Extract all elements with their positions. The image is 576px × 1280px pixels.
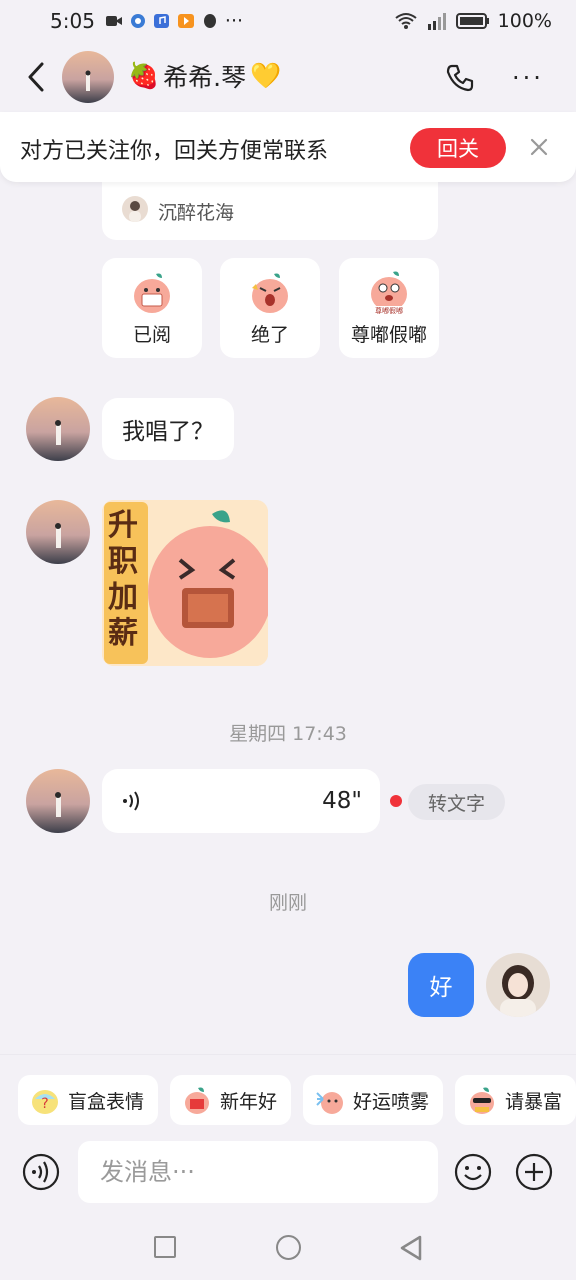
status-right: 100% [394, 10, 552, 32]
message-text: 我唱了？ [122, 419, 214, 445]
lucky-spray-icon [316, 1092, 344, 1114]
peach-amazed-icon [252, 273, 288, 313]
plus-icon[interactable] [515, 1153, 553, 1191]
signal-icon [427, 13, 446, 30]
voice-duration: 48" [322, 788, 362, 814]
quick-chip[interactable]: 新年好 [170, 1075, 292, 1125]
battery-percent: 100% [497, 10, 552, 32]
qq-icon [203, 14, 216, 28]
system-navigation-bar [0, 1214, 576, 1280]
timestamp: 星期四 17:43 [229, 723, 347, 745]
sticker-suggestion-item[interactable]: 已阅 [102, 258, 202, 358]
my-message-bubble[interactable]: 好 [408, 953, 474, 1017]
sticker-suggestion-item[interactable]: 尊嘟假嘟 尊嘟假嘟 [339, 258, 439, 358]
timestamp: 刚刚 [268, 892, 307, 914]
voice-wave-icon [123, 791, 139, 811]
message-bubble[interactable]: 我唱了？ [102, 398, 234, 460]
contact-avatar[interactable] [26, 397, 90, 461]
card-source-name: 沉醉花海 [158, 202, 235, 224]
my-message-text: 好 [429, 975, 453, 1001]
contact-name-text: 希希.琴 [163, 63, 247, 92]
svg-text:尊嘟假嘟: 尊嘟假嘟 [375, 306, 403, 315]
sticker-suggestion-item[interactable]: 绝了 [220, 258, 320, 358]
home-icon[interactable] [276, 1235, 301, 1260]
my-avatar[interactable] [486, 953, 550, 1017]
mystery-box-icon: ? [32, 1090, 58, 1114]
chat-header: 🍓 希希.琴 💛 ··· [0, 42, 576, 112]
new-year-icon [185, 1087, 210, 1114]
svg-text:?: ? [41, 1096, 48, 1112]
video-icon [105, 16, 122, 26]
close-banner-icon[interactable] [526, 134, 552, 160]
quick-chip-label: 请暴富 [505, 1090, 563, 1113]
contact-avatar[interactable] [26, 769, 90, 833]
more-notifications-icon: ··· [224, 10, 244, 32]
shared-card[interactable]: 沉醉花海 [102, 182, 438, 240]
follow-back-banner: 对方已关注你，回关方便常联系 回关 [0, 112, 576, 182]
quick-chip[interactable]: 请暴富 [455, 1075, 576, 1125]
wifi-icon [395, 13, 417, 29]
contact-avatar[interactable] [26, 500, 90, 564]
input-row [0, 1139, 576, 1205]
sticker-message[interactable]: 升职加薪 [102, 500, 268, 666]
phone-call-icon[interactable] [444, 62, 476, 94]
sticker-label: 尊嘟假嘟 [350, 324, 427, 346]
unread-dot [390, 795, 402, 807]
message-input[interactable] [78, 1141, 438, 1203]
contact-name: 🍓 希希.琴 💛 [128, 58, 281, 94]
bottom-input-area: ? 盲盒表情 新年好 好运喷雾 请暴富 [0, 1054, 576, 1214]
recent-apps-icon[interactable] [154, 1236, 176, 1258]
voice-input-icon[interactable] [22, 1153, 60, 1191]
transcribe-button[interactable]: 转文字 [408, 784, 506, 820]
get-rich-icon [470, 1087, 495, 1114]
quick-chip-label: 盲盒表情 [68, 1090, 145, 1113]
sticker-label: 已阅 [132, 324, 171, 346]
browser-icon [130, 14, 145, 28]
video-app-icon [177, 14, 194, 28]
quick-chip-label: 好运喷雾 [353, 1090, 430, 1113]
strawberry-icon: 🍓 [128, 61, 160, 90]
back-arrow-icon[interactable] [22, 60, 52, 94]
more-options-icon[interactable]: ··· [512, 64, 544, 92]
yellow-heart-icon: 💛 [250, 61, 282, 90]
quick-chip-label: 新年好 [220, 1090, 278, 1113]
voice-message-bubble[interactable]: 48" [102, 769, 380, 833]
music-icon [153, 14, 169, 28]
notification-icons: ··· [105, 10, 243, 32]
sticker-label: 绝了 [250, 324, 289, 346]
contact-avatar[interactable] [62, 51, 114, 103]
follow-banner-text: 对方已关注你，回关方便常联系 [20, 139, 329, 164]
source-avatar [122, 196, 148, 222]
sticker-caption: 升职加薪 [108, 508, 138, 651]
emoji-icon[interactable] [454, 1153, 492, 1191]
peach-reading-icon [134, 273, 170, 313]
battery-icon [455, 13, 489, 29]
system-back-icon[interactable] [398, 1234, 424, 1262]
peach-really-icon: 尊嘟假嘟 [371, 271, 407, 315]
chat-area[interactable]: 沉醉花海 已阅 绝了 尊嘟假嘟 尊嘟假嘟 我唱了？ 升职加薪 星期四 17:43… [0, 182, 576, 1054]
status-time: 5:05 [50, 9, 95, 33]
follow-back-button[interactable]: 回关 [410, 128, 506, 168]
status-bar: 5:05 ··· 100% [0, 0, 576, 42]
quick-sticker-chips: ? 盲盒表情 新年好 好运喷雾 请暴富 [18, 1075, 576, 1125]
quick-chip[interactable]: 好运喷雾 [303, 1075, 444, 1125]
quick-chip[interactable]: ? 盲盒表情 [18, 1075, 159, 1125]
